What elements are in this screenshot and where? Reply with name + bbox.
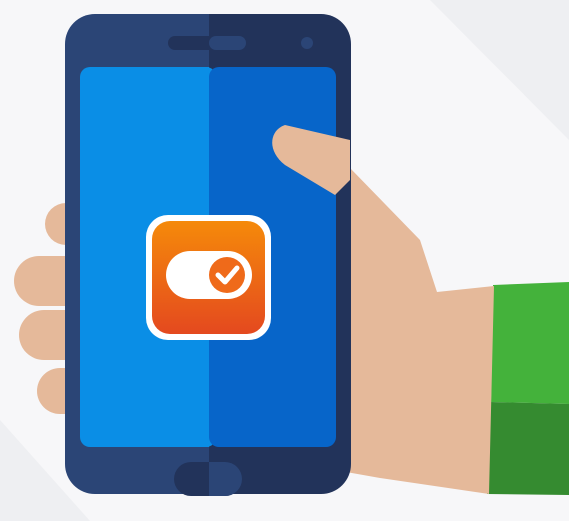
home-button-right xyxy=(209,462,242,496)
phone-illustration xyxy=(0,0,569,521)
app-icon[interactable] xyxy=(146,215,271,340)
check-badge xyxy=(209,257,245,293)
sleeve-upper xyxy=(491,282,569,404)
sleeve-lower xyxy=(487,402,569,495)
phone-speaker-right xyxy=(209,36,246,50)
camera-icon xyxy=(301,37,313,49)
